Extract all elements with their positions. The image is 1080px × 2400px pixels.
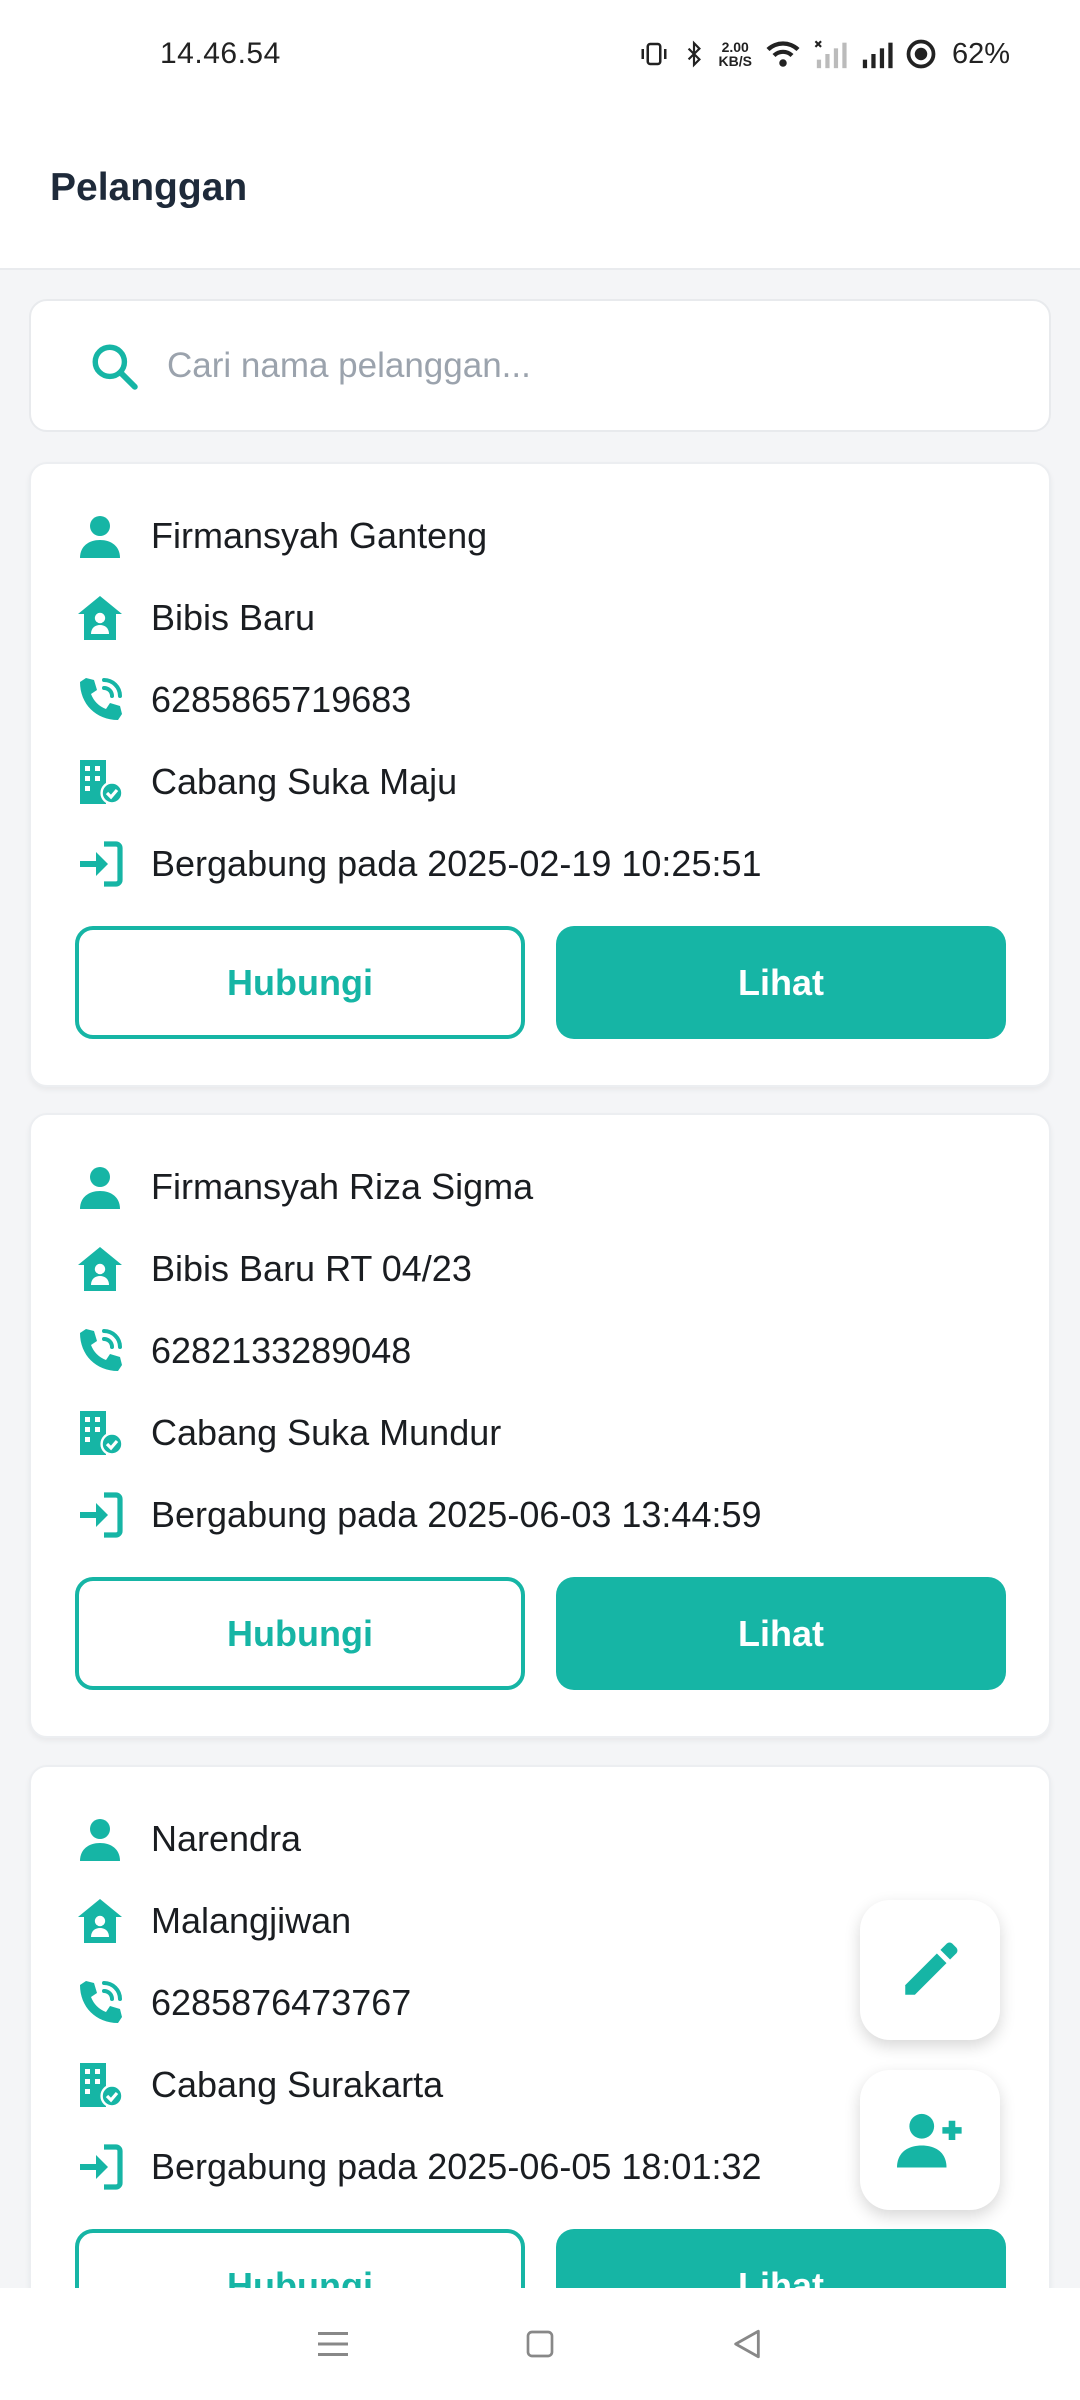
customer-branch: Cabang Suka Mundur [151,1412,502,1453]
customer-joined-date-row: Bergabung pada 2025-06-05 18:01:32 [75,2137,762,2197]
sign-in-icon [75,1490,125,1540]
customer-phone: 6285865719683 [151,679,412,720]
phone-call-icon [75,1978,125,2028]
home-user-icon [75,1896,125,1946]
phone-call-icon [75,675,125,725]
status-time: 14.46.54 [160,37,281,70]
customer-joined-date: Bergabung pada 2025-06-03 13:44:59 [151,1494,762,1535]
customer-joined-date: Bergabung pada 2025-06-05 18:01:32 [151,2146,762,2187]
customer-phone-row: 6285865719683 [75,670,411,730]
customer-branch: Cabang Suka Maju [151,761,458,802]
add-customer-fab-button[interactable] [860,2070,1000,2210]
search-box[interactable] [29,299,1051,432]
customer-joined-date-row: Bergabung pada 2025-02-19 10:25:51 [75,834,762,894]
customer-name-row: Firmansyah Ganteng [75,506,487,566]
person-icon [75,1162,125,1212]
customer-phone: 6282133289048 [151,1330,412,1371]
contact-button[interactable]: Hubungi [75,926,525,1039]
search-input[interactable] [167,345,967,386]
pencil-icon [905,1942,958,1995]
person-icon [75,1814,125,1864]
customer-branch: Cabang Surakarta [151,2064,444,2105]
vibrate-icon [639,39,669,69]
customer-phone: 6285876473767 [151,1982,412,2023]
customer-phone-row: 6282133289048 [75,1321,411,1381]
customer-joined-date-row: Bergabung pada 2025-06-03 13:44:59 [75,1485,762,1545]
customer-name-row: Firmansyah Riza Sigma [75,1157,533,1217]
battery-icon [906,39,936,69]
customer-joined-date: Bergabung pada 2025-02-19 10:25:51 [151,843,762,884]
search-icon [92,344,138,390]
customer-branch-row: Cabang Suka Maju [75,752,457,812]
home-user-icon [75,593,125,643]
add-user-icon [897,2113,962,2168]
app-header: Pelanggan [0,108,1080,270]
home-nav-button[interactable] [510,2314,570,2374]
customer-address: Malangjiwan [151,1900,352,1941]
menu-icon [318,2332,349,2356]
building-check-icon [75,2060,125,2110]
customer-card: Firmansyah Riza Sigma Bibis Baru RT 04/23… [29,1113,1051,1738]
contact-button[interactable]: Hubungi [75,1577,525,1690]
customer-name: Narendra [151,1818,302,1859]
customer-address-row: Bibis Baru RT 04/23 [75,1239,472,1299]
bluetooth-icon [681,39,707,69]
person-icon [75,511,125,561]
customer-phone-row: 6285876473767 [75,1973,411,2033]
building-check-icon [75,1408,125,1458]
status-bar: 14.46.54 2.00 KB/S 62% [0,0,1080,108]
page-title: Pelanggan [50,166,248,209]
signal-icon [860,39,894,69]
status-icons: 2.00 KB/S 62% [639,37,1010,71]
sign-in-icon [75,839,125,889]
customer-branch-row: Cabang Surakarta [75,2055,443,2115]
menu-nav-button[interactable] [303,2314,363,2374]
home-user-icon [75,1244,125,1294]
customer-address: Bibis Baru [151,597,316,638]
no-signal-icon [814,39,848,69]
network-speed: 2.00 KB/S [718,39,752,69]
view-button[interactable]: Lihat [556,1577,1006,1690]
building-check-icon [75,757,125,807]
customer-card: Firmansyah Ganteng Bibis Baru 628586571968… [29,462,1051,1087]
customer-branch-row: Cabang Suka Mundur [75,1403,501,1463]
customer-name: Firmansyah Ganteng [151,515,488,556]
customer-name: Firmansyah Riza Sigma [151,1166,534,1207]
customer-address-row: Bibis Baru [75,588,315,648]
square-home-icon [526,2330,554,2358]
customer-name-row: Narendra [75,1809,301,1869]
view-button[interactable]: Lihat [556,926,1006,1039]
edit-fab-button[interactable] [860,1900,1000,2040]
battery-percentage: 62% [951,37,1010,70]
system-navigation-bar [0,2288,1080,2400]
wifi-icon [764,39,802,69]
back-triangle-icon [733,2329,760,2359]
customer-address: Bibis Baru RT 04/23 [151,1248,472,1289]
back-nav-button[interactable] [717,2314,777,2374]
sign-in-icon [75,2142,125,2192]
customer-address-row: Malangjiwan [75,1891,351,1951]
phone-call-icon [75,1326,125,1376]
